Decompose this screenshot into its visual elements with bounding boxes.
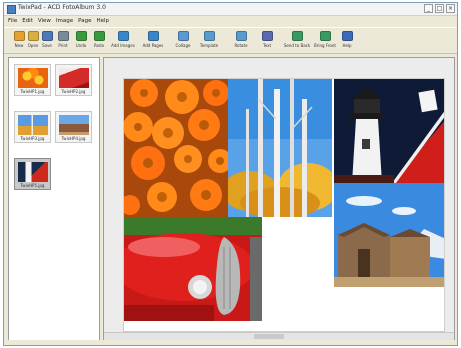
minimize-button[interactable]: _	[424, 4, 433, 13]
add-images-icon	[117, 31, 129, 41]
thumbnail-5[interactable]: TwixHP5.jpg	[14, 158, 51, 190]
thumbnail-image	[18, 115, 48, 135]
thumbnail-4[interactable]: TwixHP4.jpg	[55, 111, 92, 143]
rotate-icon	[235, 31, 247, 41]
template-button[interactable]: Template	[194, 31, 224, 48]
thumbnail-image	[18, 68, 48, 88]
help-label: Help	[342, 43, 352, 48]
menu-bar: File Edit View Image Page Help	[4, 16, 457, 26]
red-car-photo[interactable]	[124, 217, 262, 321]
red-car-art	[124, 217, 262, 321]
title-bar[interactable]: TwixPad - ACD FotoAlbum 3.0 _ □ ×	[4, 3, 457, 16]
status-bar	[4, 340, 457, 345]
barn-art	[334, 183, 444, 287]
menu-page[interactable]: Page	[78, 16, 91, 26]
orange-flowers-photo[interactable]	[124, 79, 228, 217]
template-label: Template	[199, 43, 219, 48]
template-icon	[203, 31, 215, 41]
scrollbar-thumb[interactable]	[254, 334, 284, 339]
text-icon	[261, 31, 273, 41]
lighthouse-photo[interactable]	[334, 79, 444, 183]
thumbnail-image	[18, 162, 48, 182]
add-images-button[interactable]: Add Images	[108, 31, 138, 48]
help-button[interactable]: Help	[332, 31, 362, 48]
add-pages-button[interactable]: Add Pages	[138, 31, 168, 48]
close-button[interactable]: ×	[446, 4, 455, 13]
thumbnail-image	[59, 115, 89, 135]
lighthouse-art	[334, 79, 444, 183]
thumbnail-caption: TwixHP3.jpg	[20, 136, 45, 141]
horizontal-scrollbar[interactable]	[104, 332, 454, 340]
text-label: Text	[262, 43, 272, 48]
maximize-button[interactable]: □	[435, 4, 444, 13]
thumbnail-caption: TwixHP5.jpg	[20, 183, 45, 188]
barn-photo[interactable]	[334, 183, 444, 287]
send-back-label: Send to Back	[283, 43, 311, 48]
orange-flowers-art	[124, 79, 228, 217]
thumbnail-caption: TwixHP1.jpg	[20, 89, 45, 94]
collage-icon	[177, 31, 189, 41]
add-pages-icon	[147, 31, 159, 41]
thumbnail-2[interactable]: TwixHP2.jpg	[55, 64, 92, 96]
thumbnail-caption: TwixHP2.jpg	[61, 89, 86, 94]
thumbnail-1[interactable]: TwixHP1.jpg	[14, 64, 51, 96]
help-icon	[341, 31, 353, 41]
canvas-pane[interactable]	[103, 57, 455, 341]
birch-trees-art	[228, 79, 332, 217]
birch-trees-photo[interactable]	[228, 79, 332, 217]
menu-edit[interactable]: Edit	[22, 16, 33, 26]
add-pages-label: Add Pages	[142, 43, 164, 48]
thumbnail-image	[59, 68, 89, 88]
add-images-label: Add Images	[111, 43, 135, 48]
thumbnail-caption: TwixHP4.jpg	[61, 136, 86, 141]
app-window: TwixPad - ACD FotoAlbum 3.0 _ □ × File E…	[3, 2, 458, 346]
window-title: TwixPad - ACD FotoAlbum 3.0	[18, 4, 106, 11]
app-icon	[7, 5, 16, 14]
text-button[interactable]: Text	[252, 31, 282, 48]
send-back-icon	[291, 31, 303, 41]
menu-image[interactable]: Image	[56, 16, 73, 26]
send-back-button[interactable]: Send to Back	[282, 31, 312, 48]
menu-file[interactable]: File	[8, 16, 17, 26]
menu-view[interactable]: View	[38, 16, 51, 26]
menu-help[interactable]: Help	[97, 16, 110, 26]
window-controls: _ □ ×	[424, 4, 455, 13]
thumbnail-panel: TwixHP1.jpg TwixHP2.jpg TwixHP3.jpg Twix…	[8, 57, 100, 343]
collage-page[interactable]	[123, 78, 445, 332]
redo-icon	[93, 31, 105, 41]
thumbnail-3[interactable]: TwixHP3.jpg	[14, 111, 51, 143]
bring-front-icon	[319, 31, 331, 41]
toolbar: New Open Save Print Undo Redo Add Images…	[4, 27, 457, 54]
